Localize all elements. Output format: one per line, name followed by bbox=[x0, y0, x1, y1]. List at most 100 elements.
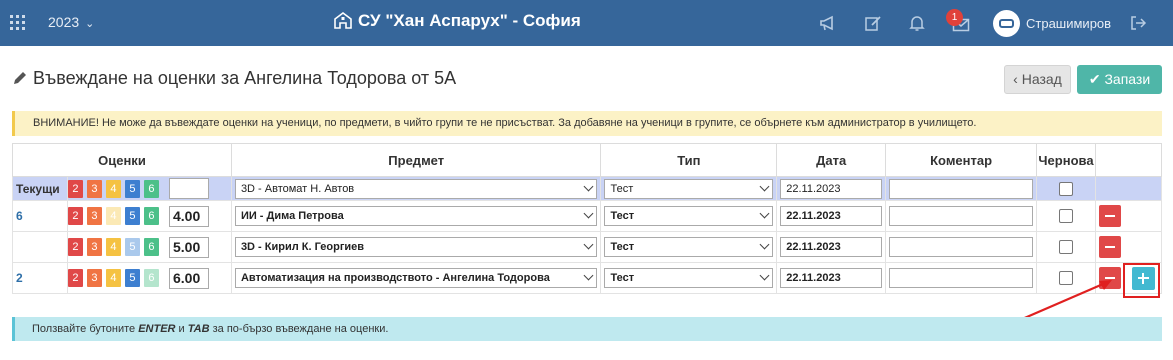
edit-icon[interactable] bbox=[864, 14, 882, 32]
table-row: 6 2 3 4 5 6 4.00 ИИ - Дима Петрова Тест 22.11… bbox=[12, 200, 1162, 232]
date-input[interactable]: 22.11.2023 bbox=[780, 178, 883, 199]
grade-5-button[interactable]: 5 bbox=[124, 238, 140, 256]
grade-3-button[interactable]: 3 bbox=[86, 179, 102, 198]
year-label: 2023 bbox=[48, 14, 80, 30]
grade-6-button[interactable]: 6 bbox=[143, 207, 159, 225]
pencil-icon bbox=[14, 72, 26, 84]
grade-4-button[interactable]: 4 bbox=[105, 207, 121, 225]
header-comment: Коментар bbox=[885, 143, 1038, 177]
header-draft: Чернова bbox=[1036, 143, 1096, 177]
chevron-left-icon: ‹ bbox=[1013, 71, 1018, 87]
remove-row-button[interactable] bbox=[1099, 236, 1121, 258]
subject-select-value: Автоматизация на производството - Ангели… bbox=[240, 272, 550, 284]
grade-input[interactable] bbox=[168, 178, 209, 199]
save-button-label: Запази bbox=[1104, 71, 1151, 87]
grade-2-button[interactable]: 2 bbox=[67, 207, 83, 225]
remove-row-button[interactable] bbox=[1099, 205, 1121, 227]
subject-select[interactable]: ИИ - Дима Петрова bbox=[234, 206, 598, 226]
save-button[interactable]: ✔ Запази bbox=[1077, 65, 1162, 94]
apps-grid-icon[interactable] bbox=[10, 15, 26, 31]
highlight-box bbox=[1123, 263, 1160, 298]
draft-checkbox[interactable] bbox=[1059, 240, 1073, 254]
comment-input[interactable] bbox=[889, 237, 1034, 257]
header-date: Дата bbox=[776, 143, 887, 177]
date-input[interactable]: 22.11.2023 bbox=[780, 268, 883, 288]
type-select[interactable]: Тест bbox=[604, 206, 774, 226]
grade-4-button[interactable]: 4 bbox=[105, 179, 121, 198]
type-select[interactable]: Тест bbox=[604, 268, 774, 288]
grade-buttons: 2 3 4 5 6 6.00 bbox=[66, 262, 232, 294]
info-middle: и bbox=[175, 323, 188, 335]
username[interactable]: Страшимиров bbox=[1026, 16, 1111, 31]
grade-6-button[interactable]: 6 bbox=[143, 238, 159, 256]
grade-input[interactable]: 4.00 bbox=[168, 205, 209, 227]
type-select-value: Тест bbox=[610, 182, 634, 195]
subject-select-value: ИИ - Дима Петрова bbox=[240, 210, 344, 222]
chevron-down-icon bbox=[759, 239, 770, 250]
chevron-down-icon bbox=[584, 270, 594, 281]
user-avatar-icon[interactable] bbox=[993, 10, 1020, 37]
megaphone-icon[interactable] bbox=[819, 14, 837, 32]
grade-5-button[interactable]: 5 bbox=[124, 269, 140, 287]
row-label: Текущи bbox=[12, 176, 68, 201]
comment-input[interactable] bbox=[889, 206, 1034, 226]
row-label: 6 bbox=[12, 200, 68, 232]
grades-table: Оценки Предмет Тип Дата Коментар Чернова… bbox=[12, 143, 1162, 294]
actions-cell bbox=[1095, 231, 1162, 263]
grade-2-button[interactable]: 2 bbox=[67, 269, 83, 287]
grade-2-button[interactable]: 2 bbox=[67, 179, 83, 198]
comment-input[interactable] bbox=[889, 178, 1034, 199]
subject-select-value: 3D - Кирил К. Георгиев bbox=[240, 241, 365, 253]
back-button[interactable]: ‹ Назад bbox=[1004, 65, 1071, 94]
chevron-down-icon bbox=[584, 181, 594, 191]
grade-5-button[interactable]: 5 bbox=[124, 207, 140, 225]
grade-buttons: 2 3 4 5 6 5.00 bbox=[66, 231, 232, 263]
chevron-down-icon bbox=[759, 270, 770, 281]
top-navbar: 2023 ⌄ СУ "Хан Аспарух" - София 1 Страшим… bbox=[0, 0, 1173, 46]
logout-icon[interactable] bbox=[1129, 14, 1147, 32]
check-icon: ✔ bbox=[1088, 71, 1101, 87]
type-select-value: Тест bbox=[610, 210, 635, 222]
table-row: 2 3 4 5 6 5.00 3D - Кирил К. Георгиев Тест 22… bbox=[12, 231, 1162, 263]
header-subject: Предмет bbox=[230, 143, 602, 177]
info-suffix: за по-бързо въвеждане на оценки. bbox=[209, 323, 389, 335]
school-title-text: СУ "Хан Аспарух" - София bbox=[358, 11, 581, 30]
year-selector[interactable]: 2023 ⌄ bbox=[48, 14, 94, 30]
info-prefix: Ползвайте бутоните bbox=[32, 323, 139, 335]
grade-3-button[interactable]: 3 bbox=[86, 269, 102, 287]
grade-4-button[interactable]: 4 bbox=[105, 269, 121, 287]
grade-6-button[interactable]: 6 bbox=[143, 179, 159, 198]
subject-select-value: 3D - Автомат Н. Автов bbox=[240, 182, 355, 195]
chevron-down-icon bbox=[759, 181, 770, 191]
subject-select[interactable]: Автоматизация на производството - Ангели… bbox=[234, 268, 598, 288]
bell-icon[interactable] bbox=[908, 14, 926, 32]
grade-4-button[interactable]: 4 bbox=[105, 238, 121, 256]
grade-2-button[interactable]: 2 bbox=[67, 238, 83, 256]
subject-select[interactable]: 3D - Кирил К. Георгиев bbox=[234, 237, 598, 257]
date-input[interactable]: 22.11.2023 bbox=[780, 206, 883, 226]
row-label bbox=[12, 231, 68, 263]
page-title-text: Въвеждане на оценки за Ангелина Тодорова… bbox=[33, 68, 457, 88]
actions-cell bbox=[1095, 176, 1162, 201]
info-key-tab: TAB bbox=[187, 323, 210, 335]
notification-badge: 1 bbox=[946, 9, 963, 26]
grade-input[interactable]: 5.00 bbox=[168, 236, 209, 258]
type-select-value: Тест bbox=[610, 272, 635, 284]
school-title: СУ "Хан Аспарух" - София bbox=[334, 11, 581, 31]
grade-buttons: 23456 bbox=[66, 176, 232, 201]
type-select[interactable]: Тест bbox=[604, 237, 774, 257]
grade-input[interactable]: 6.00 bbox=[168, 267, 209, 289]
page-title: Въвеждане на оценки за Ангелина Тодорова… bbox=[12, 68, 456, 89]
subject-select[interactable]: 3D - Автомат Н. Автов bbox=[234, 178, 598, 199]
chevron-down-icon: ⌄ bbox=[85, 18, 95, 30]
grade-5-button[interactable]: 5 bbox=[124, 179, 140, 198]
draft-checkbox[interactable] bbox=[1059, 181, 1073, 196]
warning-alert: ВНИМАНИЕ! Не може да въвеждате оценки на… bbox=[12, 111, 1162, 136]
draft-checkbox[interactable] bbox=[1059, 209, 1073, 223]
date-input[interactable]: 22.11.2023 bbox=[780, 237, 883, 257]
table-row: Текущи 23456 3D - Автомат Н. Автов Тест … bbox=[12, 176, 1162, 201]
grade-3-button[interactable]: 3 bbox=[86, 238, 102, 256]
grade-6-button[interactable]: 6 bbox=[143, 269, 159, 287]
grade-3-button[interactable]: 3 bbox=[86, 207, 102, 225]
type-select[interactable]: Тест bbox=[604, 178, 774, 199]
